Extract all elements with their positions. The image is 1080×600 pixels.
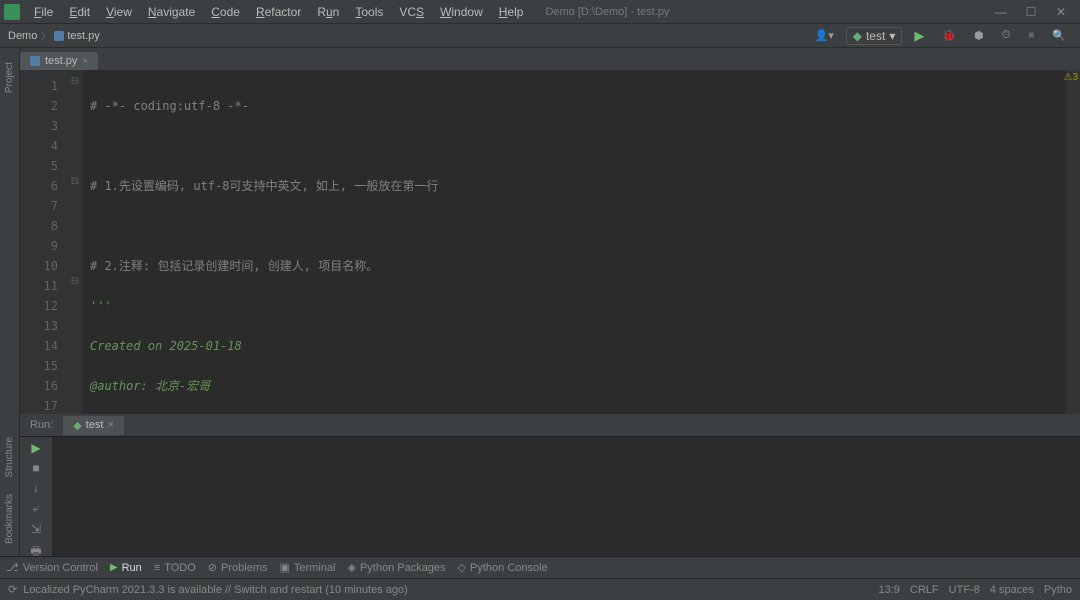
navbar: Demo 〉 test.py 👤▾ ◆ test ▾ ▶ 🐞 ⬢ ⏱ ■ 🔍 xyxy=(0,24,1080,48)
crumb-project[interactable]: Demo xyxy=(8,30,37,42)
menubar: File Edit View Navigate Code Refactor Ru… xyxy=(0,0,1080,24)
menu-tools[interactable]: Tools xyxy=(347,3,391,21)
bottom-tool-bar: ⎇ Version Control ▶ Run ≡ TODO ⊘ Problem… xyxy=(0,556,1080,578)
code-line: # -*- coding:utf-8 -*- xyxy=(90,99,249,113)
window-controls: — ☐ ✕ xyxy=(986,5,1076,19)
fold-marker[interactable]: ⊟ xyxy=(68,176,82,196)
python-icon: ◆ xyxy=(853,29,862,43)
code-line: # 2.注释: 包括记录创建时间, 创建人, 项目名称。 xyxy=(90,259,378,273)
tool-tabs: Run: ◆ test × xyxy=(20,414,1080,436)
menu-file[interactable]: File xyxy=(26,3,61,21)
main-content: Project Structure Bookmarks test.py × 12… xyxy=(0,48,1080,556)
user-icon[interactable]: 👤▾ xyxy=(809,27,840,44)
app-icon xyxy=(4,4,20,20)
run-toolbar: ▶ ■ ↓ ⤶ ⇲ 🖶 🗑 xyxy=(20,437,52,556)
code-line: # 1.先设置编码, utf-8可支持中英文, 如上, 一般放在第一行 xyxy=(90,179,438,193)
breadcrumb: Demo 〉 test.py xyxy=(8,29,100,42)
code-area[interactable]: # -*- coding:utf-8 -*- # 1.先设置编码, utf-8可… xyxy=(82,70,1066,414)
search-button[interactable]: 🔍 xyxy=(1046,27,1072,44)
stop-button[interactable]: ■ xyxy=(32,461,39,475)
code-line: @author: 北京-宏哥 xyxy=(90,379,210,393)
scroll-to-end-button[interactable]: ⇲ xyxy=(31,522,41,536)
editor-tabs: test.py × xyxy=(20,48,1080,70)
minimize-icon[interactable]: — xyxy=(986,5,1016,19)
soft-wrap-button[interactable]: ⤶ xyxy=(33,501,40,516)
tool-problems[interactable]: ⊘ Problems xyxy=(208,561,268,574)
menu-view[interactable]: View xyxy=(98,3,140,21)
run-button[interactable]: ▶ xyxy=(908,26,930,46)
tab-bookmarks[interactable]: Bookmarks xyxy=(2,490,17,548)
fold-marker[interactable]: ⊟ xyxy=(68,276,82,296)
editor[interactable]: 1234567891011121314151617 ⊟ ⊟ ⊟ # -*- co… xyxy=(20,70,1080,414)
error-stripe[interactable]: ⚠3 xyxy=(1066,70,1080,414)
line-number-gutter: 1234567891011121314151617 xyxy=(20,70,68,414)
tool-version-control[interactable]: ⎇ Version Control xyxy=(6,561,98,574)
menu-navigate[interactable]: Navigate xyxy=(140,3,203,21)
toolbar-right: 👤▾ ◆ test ▾ ▶ 🐞 ⬢ ⏱ ■ 🔍 xyxy=(809,26,1072,46)
menu-vcs[interactable]: VCS xyxy=(391,3,432,21)
cursor-position[interactable]: 13:9 xyxy=(879,584,900,596)
tool-panel-body: ▶ ■ ↓ ⤶ ⇲ 🖶 🗑 xyxy=(20,436,1080,556)
code-line: ''' xyxy=(90,299,112,313)
run-tool-window: Run: ◆ test × ▶ ■ ↓ ⤶ ⇲ 🖶 🗑 xyxy=(20,414,1080,556)
file-encoding[interactable]: UTF-8 xyxy=(949,584,980,596)
tool-terminal[interactable]: ▣ Terminal xyxy=(279,561,335,574)
run-config-selector[interactable]: ◆ test ▾ xyxy=(846,27,903,45)
tool-todo[interactable]: ≡ TODO xyxy=(154,562,196,574)
run-panel-label: Run: xyxy=(20,416,63,434)
profile-button[interactable]: ⏱ xyxy=(996,27,1017,44)
python-file-icon xyxy=(30,56,40,66)
tool-python-console[interactable]: ◇ Python Console xyxy=(458,561,548,574)
editor-column: test.py × 1234567891011121314151617 ⊟ ⊟ … xyxy=(20,48,1080,556)
close-icon[interactable]: ✕ xyxy=(1046,5,1076,19)
run-output[interactable] xyxy=(52,437,1080,556)
maximize-icon[interactable]: ☐ xyxy=(1016,5,1046,19)
fold-gutter: ⊟ ⊟ ⊟ xyxy=(68,70,82,414)
run-tab-test[interactable]: ◆ test × xyxy=(63,416,124,435)
close-tab-icon[interactable]: × xyxy=(82,56,88,67)
tab-project[interactable]: Project xyxy=(2,58,17,97)
menu-help[interactable]: Help xyxy=(491,3,532,21)
left-tool-strip: Project Structure Bookmarks xyxy=(0,48,20,556)
crumb-file[interactable]: test.py xyxy=(54,30,99,42)
tool-python-packages[interactable]: ◈ Python Packages xyxy=(347,561,445,574)
interpreter[interactable]: Pytho xyxy=(1044,584,1072,596)
fold-marker[interactable]: ⊟ xyxy=(68,76,82,96)
line-separator[interactable]: CRLF xyxy=(910,584,939,596)
refresh-icon[interactable]: ⟳ xyxy=(8,583,17,596)
title-path: Demo [D:\Demo] - test.py xyxy=(545,6,669,18)
chevron-right-icon: 〉 xyxy=(41,29,50,42)
warning-indicator[interactable]: ⚠3 xyxy=(1063,72,1078,83)
menu-window[interactable]: Window xyxy=(432,3,491,21)
run-config-label: test xyxy=(866,29,885,43)
python-icon: ◆ xyxy=(73,419,81,432)
stop-button[interactable]: ■ xyxy=(1022,28,1040,43)
indent-setting[interactable]: 4 spaces xyxy=(990,584,1034,596)
tool-run[interactable]: ▶ Run xyxy=(110,562,142,574)
code-line: Created on 2025-01-18 xyxy=(90,339,242,353)
python-file-icon xyxy=(54,31,64,41)
editor-tab-active[interactable]: test.py × xyxy=(20,52,98,70)
down-button[interactable]: ↓ xyxy=(33,481,39,495)
menu-run[interactable]: Run xyxy=(309,3,347,21)
rerun-button[interactable]: ▶ xyxy=(31,441,40,455)
menu-edit[interactable]: Edit xyxy=(61,3,98,21)
close-tab-icon[interactable]: × xyxy=(107,419,113,431)
menu-refactor[interactable]: Refactor xyxy=(248,3,309,21)
status-right: 13:9 CRLF UTF-8 4 spaces Pytho xyxy=(879,584,1073,596)
editor-tab-label: test.py xyxy=(45,55,77,67)
menu-code[interactable]: Code xyxy=(203,3,248,21)
chevron-down-icon: ▾ xyxy=(889,29,895,43)
tab-structure[interactable]: Structure xyxy=(2,433,17,482)
debug-button[interactable]: 🐞 xyxy=(936,27,962,44)
status-message[interactable]: Localized PyCharm 2021.3.3 is available … xyxy=(23,584,408,596)
status-bar: ⟳ Localized PyCharm 2021.3.3 is availabl… xyxy=(0,578,1080,600)
coverage-button[interactable]: ⬢ xyxy=(968,27,990,44)
